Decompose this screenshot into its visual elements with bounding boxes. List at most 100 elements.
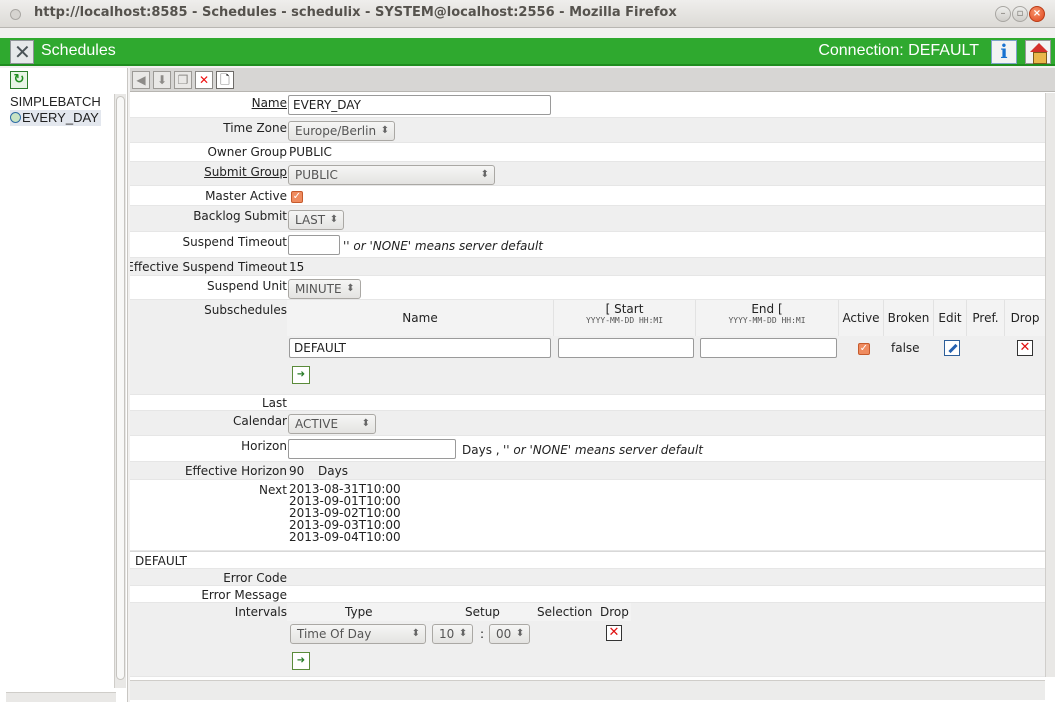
submit-group-select[interactable]: PUBLIC <box>288 165 495 185</box>
home-icon[interactable] <box>1025 40 1051 64</box>
refresh-icon[interactable]: ↻ <box>10 71 28 89</box>
subschedule-end-input[interactable] <box>700 338 837 358</box>
minimize-button[interactable]: – <box>995 6 1011 22</box>
form-row-next: Next 2013-08-31T10:00 2013-09-01T10:00 2… <box>130 480 1045 551</box>
interval-time-separator: : <box>480 627 485 641</box>
backlog-submit-label: Backlog Submit <box>193 209 287 223</box>
window-titlebar: http://localhost:8585 - Schedules - sche… <box>0 0 1055 28</box>
app-header: Schedules Connection: DEFAULT i <box>0 38 1055 66</box>
owner-group-value: PUBLIC <box>289 145 332 159</box>
intervals-col-setup: Setup <box>465 605 500 619</box>
next-run-list: 2013-08-31T10:00 2013-09-01T10:00 2013-0… <box>289 483 401 543</box>
suspend-timeout-input[interactable] <box>288 235 340 255</box>
scrollbar-thumb[interactable] <box>116 96 125 680</box>
add-row-icon[interactable]: ➜ <box>292 652 310 670</box>
submit-group-label[interactable]: Submit Group <box>204 165 287 179</box>
tree-item-label: SIMPLEBATCH <box>10 94 101 109</box>
delete-icon[interactable]: ✕ <box>195 71 213 89</box>
name-input[interactable]: EVERY_DAY <box>288 95 551 115</box>
form-row-last: Last <box>130 395 1045 411</box>
app-title: Schedules <box>41 42 116 59</box>
schedule-form: Name EVERY_DAY Time Zone Europe/Berlin O… <box>130 93 1045 677</box>
form-row-error-code: Error Code <box>130 569 1045 586</box>
maximize-button[interactable]: ▫ <box>1012 6 1028 22</box>
detail-vertical-scrollbar[interactable] <box>1045 93 1055 677</box>
navigator-pane: ↻ SIMPLEBATCH EVERY_DAY <box>0 68 128 702</box>
col-header-pref: Pref. <box>967 300 1005 336</box>
detail-pane: ◀ ⬇ ❐ ✕ 🗋 Name EVERY_DAY Time Zone Europ… <box>130 68 1055 702</box>
subschedule-start-input[interactable] <box>558 338 694 358</box>
horizon-input[interactable] <box>288 439 456 459</box>
col-header-broken: Broken <box>884 300 934 336</box>
form-row-submit-group: Submit Group PUBLIC <box>130 162 1045 186</box>
form-row-master-active: Master Active ✓ <box>130 186 1045 206</box>
back-icon[interactable]: ◀ <box>132 71 150 89</box>
interval-hour-select[interactable]: 10 <box>432 624 474 644</box>
detail-horizontal-scrollbar[interactable] <box>130 680 1045 700</box>
start-format-hint: YYYY-MM-DD HH:MI <box>585 316 664 325</box>
default-section-title: DEFAULT <box>135 554 187 568</box>
interval-type-select[interactable]: Time Of Day <box>290 624 426 644</box>
save-icon[interactable]: ⬇ <box>153 71 171 89</box>
calendar-select[interactable]: ACTIVE <box>288 414 376 434</box>
form-row-name: Name EVERY_DAY <box>130 93 1045 118</box>
master-active-checkbox[interactable]: ✓ <box>291 191 303 203</box>
form-row-horizon: Horizon Days , '' or 'NONE' means server… <box>130 436 1045 462</box>
window-title: http://localhost:8585 - Schedules - sche… <box>34 5 677 20</box>
next-label: Next <box>259 483 287 497</box>
col-header-end-label: End [ <box>751 302 783 316</box>
drop-subschedule-icon[interactable]: ✕ <box>1017 340 1033 356</box>
col-header-edit: Edit <box>934 300 967 336</box>
backlog-submit-select[interactable]: LAST <box>288 210 345 230</box>
horizon-label: Horizon <box>241 439 287 453</box>
horizon-days-unit: Days , <box>462 443 500 457</box>
drop-interval-icon[interactable]: ✕ <box>606 625 622 641</box>
tree-item-label: EVERY_DAY <box>22 110 99 125</box>
navigator-vertical-scrollbar[interactable] <box>114 94 126 688</box>
name-label[interactable]: Name <box>252 96 287 110</box>
last-label: Last <box>262 396 287 410</box>
intervals-col-drop: Drop <box>600 605 629 619</box>
effective-suspend-timeout-label: Effective Suspend Timeout <box>130 260 287 274</box>
col-header-name: Name <box>287 300 554 336</box>
suspend-unit-select[interactable]: MINUTE <box>288 279 361 299</box>
subschedule-active-checkbox[interactable]: ✓ <box>858 343 870 355</box>
next-run-time: 2013-09-04T10:00 <box>289 530 401 544</box>
new-document-icon[interactable]: 🗋 <box>216 71 234 89</box>
end-format-hint: YYYY-MM-DD HH:MI <box>728 316 806 325</box>
form-row-calendar: Calendar ACTIVE <box>130 411 1045 436</box>
window-controls: – ▫ × <box>995 6 1047 23</box>
master-active-label: Master Active <box>205 189 287 203</box>
tree-item-every-day[interactable]: EVERY_DAY <box>10 110 101 126</box>
close-button[interactable]: × <box>1029 6 1045 22</box>
intervals-col-type: Type <box>345 605 373 619</box>
form-row-owner: Owner Group PUBLIC <box>130 143 1045 162</box>
connection-label: Connection: DEFAULT <box>818 42 979 59</box>
edit-icon[interactable] <box>944 340 960 356</box>
copy-icon[interactable]: ❐ <box>174 71 192 89</box>
navigator-horizontal-scrollbar[interactable] <box>6 692 116 702</box>
timezone-select[interactable]: Europe/Berlin <box>288 121 396 141</box>
intervals-label: Intervals <box>234 605 287 619</box>
tree-item-simplebatch[interactable]: SIMPLEBATCH <box>10 94 101 110</box>
form-row-timezone: Time Zone Europe/Berlin <box>130 118 1045 143</box>
col-header-active: Active <box>839 300 884 336</box>
info-icon[interactable]: i <box>991 40 1017 64</box>
subschedule-name-input[interactable]: DEFAULT <box>289 338 551 358</box>
intervals-col-selection: Selection <box>537 605 593 619</box>
form-row-suspend-unit: Suspend Unit MINUTE <box>130 276 1045 300</box>
effective-horizon-label: Effective Horizon <box>184 464 287 478</box>
toolbar: ◀ ⬇ ❐ ✕ 🗋 <box>130 68 1055 92</box>
schedule-icon <box>10 112 21 123</box>
interval-minute-select[interactable]: 00 <box>489 624 531 644</box>
add-row-icon[interactable]: ➜ <box>292 366 310 384</box>
window-menu-icon[interactable] <box>10 9 21 20</box>
horizon-note: '' or 'NONE' means server default <box>503 443 704 457</box>
schedule-tree: SIMPLEBATCH EVERY_DAY <box>10 94 101 126</box>
subschedules-label: Subschedules <box>204 303 287 317</box>
intervals-table-header: Type Setup Selection Drop <box>287 603 631 621</box>
effective-suspend-timeout-value: 15 <box>289 260 305 274</box>
form-row-suspend-timeout: Suspend Timeout '' or 'NONE' means serve… <box>130 232 1045 258</box>
owner-group-label: Owner Group <box>207 145 287 159</box>
col-header-end: End [YYYY-MM-DD HH:MI <box>696 300 839 336</box>
